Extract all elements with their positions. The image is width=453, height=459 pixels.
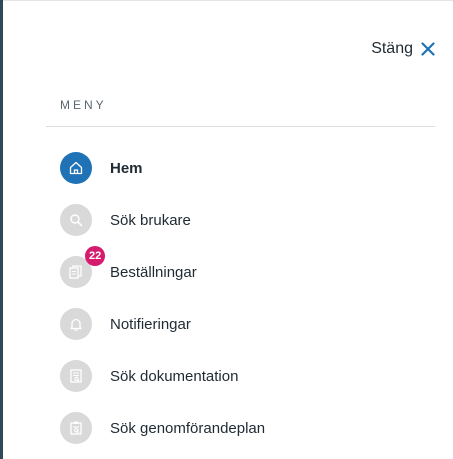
menu-item-label: Notifieringar (110, 315, 191, 333)
left-border (0, 0, 3, 459)
menu-item-label: Hem (110, 159, 143, 177)
menu-item-bestallningar[interactable]: 22 Beställningar (60, 246, 430, 298)
menu-item-label: Sök genomförandeplan (110, 419, 266, 437)
home-icon (60, 152, 92, 184)
close-icon[interactable] (421, 42, 435, 56)
menu-divider (46, 126, 435, 127)
menu-heading: MENY (60, 98, 107, 112)
side-menu-panel: Stäng MENY Hem Sök brukare 22 Beställnin… (0, 0, 453, 459)
menu-item-sok-genomforandeplan[interactable]: Sök genomförandeplan (60, 402, 430, 454)
menu-list: Hem Sök brukare 22 Beställningar Notifie… (60, 142, 430, 454)
notification-count-badge: 22 (85, 246, 106, 266)
menu-item-sok-dokumentation[interactable]: Sök dokumentation (60, 350, 430, 402)
close-label: Stäng (371, 40, 413, 57)
close-button[interactable]: Stäng (371, 40, 435, 58)
menu-item-hem[interactable]: Hem (60, 142, 430, 194)
document-icon (60, 360, 92, 392)
bell-icon (60, 308, 92, 340)
menu-item-label: Sök dokumentation (110, 367, 239, 385)
search-icon (60, 204, 92, 236)
menu-item-sok-brukare[interactable]: Sök brukare (60, 194, 430, 246)
top-border (3, 0, 453, 1)
menu-item-label: Sök brukare (110, 211, 191, 229)
menu-item-label: Beställningar (110, 263, 197, 281)
clipboard-icon (60, 412, 92, 444)
menu-item-notifieringar[interactable]: Notifieringar (60, 298, 430, 350)
